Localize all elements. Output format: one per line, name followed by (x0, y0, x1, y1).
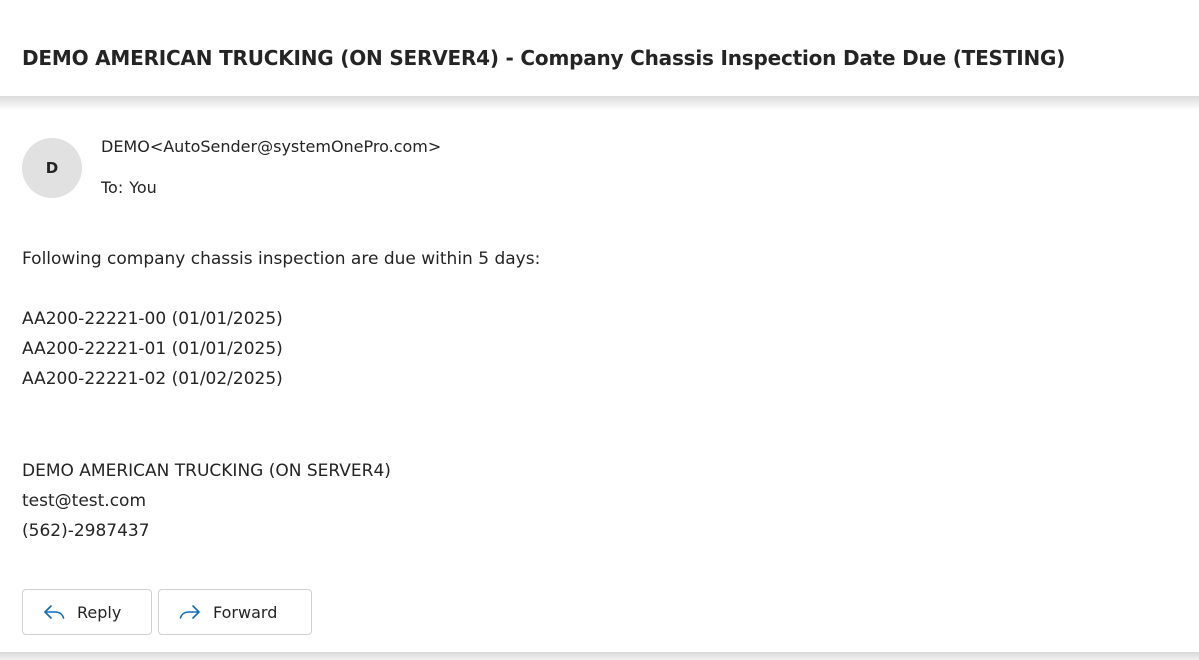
forward-label: Forward (213, 602, 278, 622)
sender-avatar[interactable]: D (22, 138, 82, 198)
recipient-name[interactable]: You (129, 178, 157, 197)
message-subject: DEMO AMERICAN TRUCKING (ON SERVER4) - Co… (22, 46, 1066, 70)
reply-label: Reply (77, 602, 122, 622)
forward-arrow-icon (179, 605, 200, 619)
inspection-item: AA200-22221-01 (01/01/2025) (22, 339, 283, 359)
header-divider (0, 96, 1199, 110)
sender-address[interactable]: DEMO<AutoSender@systemOnePro.com> (101, 137, 441, 156)
inspection-list: AA200-22221-00 (01/01/2025) AA200-22221-… (22, 304, 283, 394)
message-header: DEMO AMERICAN TRUCKING (ON SERVER4) - Co… (0, 0, 1199, 96)
signature-phone: (562)-2987437 (22, 521, 150, 541)
inspection-item: AA200-22221-02 (01/02/2025) (22, 369, 283, 389)
reply-button[interactable]: Reply (22, 589, 152, 635)
reply-arrow-icon (44, 605, 65, 619)
forward-button[interactable]: Forward (158, 589, 312, 635)
to-label: To: (101, 178, 124, 197)
signature-company: DEMO AMERICAN TRUCKING (ON SERVER4) (22, 461, 391, 481)
signature-email[interactable]: test@test.com (22, 486, 391, 516)
inspection-item: AA200-22221-00 (01/01/2025) (22, 309, 283, 329)
recipients-line: To: You (101, 178, 157, 197)
footer-divider (0, 652, 1199, 660)
body-intro: Following company chassis inspection are… (22, 249, 541, 269)
signature-block: DEMO AMERICAN TRUCKING (ON SERVER4) test… (22, 456, 391, 546)
